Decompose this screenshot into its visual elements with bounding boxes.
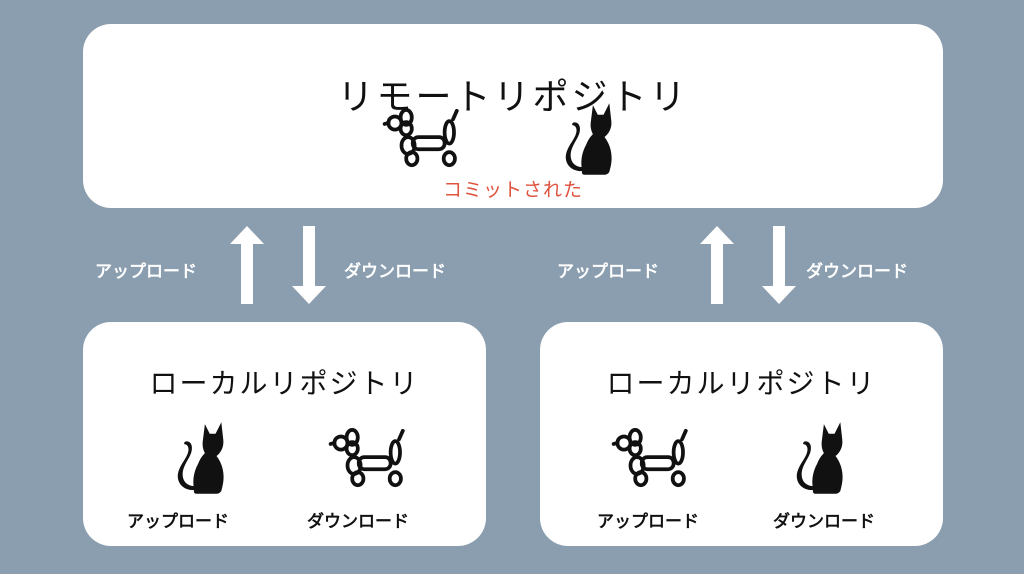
item-caption-upload: アップロード (597, 512, 699, 532)
item-caption-download: ダウンロード (307, 512, 409, 532)
balloon-dog-icon (381, 108, 467, 168)
remote-repository-box: リモートリポジトリ コミットされた (83, 24, 943, 208)
item-caption-download: ダウンロード (773, 512, 875, 532)
remote-repository-title: リモートリポジトリ (337, 77, 689, 118)
local-repository-title: ローカルリポジトリ (149, 367, 420, 400)
upload-label-right: アップロード (557, 262, 659, 282)
commit-label: コミットされた (442, 179, 583, 201)
cat-icon (561, 99, 619, 177)
cat-icon (173, 418, 231, 496)
cat-icon (792, 418, 850, 496)
balloon-dog-icon (327, 428, 413, 488)
upload-arrow-left (230, 226, 264, 304)
balloon-dog-icon (610, 428, 696, 488)
download-arrow-right (762, 226, 796, 304)
local-repository-title: ローカルリポジトリ (606, 367, 877, 400)
download-arrow-left (292, 226, 326, 304)
local-repository-box-right: ローカルリポジトリ アップロード ダウンロード (540, 322, 943, 546)
download-label-left: ダウンロード (344, 262, 446, 282)
upload-label-left: アップロード (95, 262, 197, 282)
local-repository-box-left: ローカルリポジトリ アップロード ダウンロード (83, 322, 486, 546)
upload-arrow-right (700, 226, 734, 304)
download-label-right: ダウンロード (806, 262, 908, 282)
item-caption-upload: アップロード (127, 512, 229, 532)
